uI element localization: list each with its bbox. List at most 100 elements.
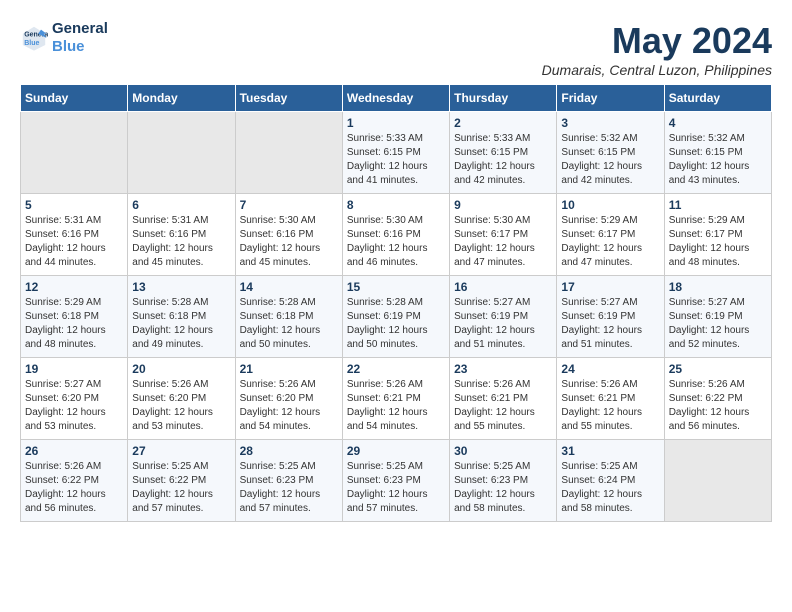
calendar-cell: 22 Sunrise: 5:26 AM Sunset: 6:21 PM Dayl… [342, 358, 449, 440]
calendar-cell [235, 112, 342, 194]
calendar-week-row: 26 Sunrise: 5:26 AM Sunset: 6:22 PM Dayl… [21, 440, 772, 522]
day-info: Sunrise: 5:26 AM Sunset: 6:21 PM Dayligh… [347, 378, 445, 434]
day-number: 20 [132, 362, 230, 376]
calendar-cell: 13 Sunrise: 5:28 AM Sunset: 6:18 PM Dayl… [128, 276, 235, 358]
calendar-cell: 30 Sunrise: 5:25 AM Sunset: 6:23 PM Dayl… [450, 440, 557, 522]
day-info: Sunrise: 5:26 AM Sunset: 6:21 PM Dayligh… [454, 378, 552, 434]
weekday-header-cell: Tuesday [235, 85, 342, 112]
location-subtitle: Dumarais, Central Luzon, Philippines [542, 62, 772, 78]
weekday-header-cell: Saturday [664, 85, 771, 112]
calendar-cell: 10 Sunrise: 5:29 AM Sunset: 6:17 PM Dayl… [557, 194, 664, 276]
calendar-cell: 15 Sunrise: 5:28 AM Sunset: 6:19 PM Dayl… [342, 276, 449, 358]
weekday-header-row: SundayMondayTuesdayWednesdayThursdayFrid… [21, 85, 772, 112]
calendar-cell: 14 Sunrise: 5:28 AM Sunset: 6:18 PM Dayl… [235, 276, 342, 358]
day-number: 27 [132, 444, 230, 458]
day-info: Sunrise: 5:26 AM Sunset: 6:22 PM Dayligh… [25, 460, 123, 516]
calendar-cell: 24 Sunrise: 5:26 AM Sunset: 6:21 PM Dayl… [557, 358, 664, 440]
day-info: Sunrise: 5:31 AM Sunset: 6:16 PM Dayligh… [25, 214, 123, 270]
calendar-cell: 21 Sunrise: 5:26 AM Sunset: 6:20 PM Dayl… [235, 358, 342, 440]
day-number: 15 [347, 280, 445, 294]
calendar-cell: 16 Sunrise: 5:27 AM Sunset: 6:19 PM Dayl… [450, 276, 557, 358]
day-info: Sunrise: 5:28 AM Sunset: 6:18 PM Dayligh… [132, 296, 230, 352]
calendar-cell: 17 Sunrise: 5:27 AM Sunset: 6:19 PM Dayl… [557, 276, 664, 358]
day-info: Sunrise: 5:31 AM Sunset: 6:16 PM Dayligh… [132, 214, 230, 270]
day-info: Sunrise: 5:29 AM Sunset: 6:18 PM Dayligh… [25, 296, 123, 352]
title-block: May 2024 Dumarais, Central Luzon, Philip… [542, 20, 772, 78]
day-info: Sunrise: 5:32 AM Sunset: 6:15 PM Dayligh… [669, 132, 767, 188]
day-number: 6 [132, 198, 230, 212]
day-number: 23 [454, 362, 552, 376]
day-number: 25 [669, 362, 767, 376]
day-info: Sunrise: 5:26 AM Sunset: 6:20 PM Dayligh… [132, 378, 230, 434]
day-number: 8 [347, 198, 445, 212]
day-info: Sunrise: 5:33 AM Sunset: 6:15 PM Dayligh… [454, 132, 552, 188]
logo-text-blue: Blue [52, 38, 108, 56]
day-number: 18 [669, 280, 767, 294]
logo-icon: General Blue [20, 24, 48, 52]
day-number: 26 [25, 444, 123, 458]
day-info: Sunrise: 5:26 AM Sunset: 6:22 PM Dayligh… [669, 378, 767, 434]
calendar-cell: 8 Sunrise: 5:30 AM Sunset: 6:16 PM Dayli… [342, 194, 449, 276]
day-number: 28 [240, 444, 338, 458]
day-number: 10 [561, 198, 659, 212]
calendar-cell: 25 Sunrise: 5:26 AM Sunset: 6:22 PM Dayl… [664, 358, 771, 440]
calendar-cell: 9 Sunrise: 5:30 AM Sunset: 6:17 PM Dayli… [450, 194, 557, 276]
day-number: 7 [240, 198, 338, 212]
day-info: Sunrise: 5:25 AM Sunset: 6:23 PM Dayligh… [240, 460, 338, 516]
calendar-cell: 31 Sunrise: 5:25 AM Sunset: 6:24 PM Dayl… [557, 440, 664, 522]
calendar-cell: 11 Sunrise: 5:29 AM Sunset: 6:17 PM Dayl… [664, 194, 771, 276]
calendar-body: 1 Sunrise: 5:33 AM Sunset: 6:15 PM Dayli… [21, 112, 772, 522]
day-number: 1 [347, 116, 445, 130]
calendar-cell: 6 Sunrise: 5:31 AM Sunset: 6:16 PM Dayli… [128, 194, 235, 276]
calendar-cell [21, 112, 128, 194]
calendar-cell: 12 Sunrise: 5:29 AM Sunset: 6:18 PM Dayl… [21, 276, 128, 358]
day-info: Sunrise: 5:28 AM Sunset: 6:19 PM Dayligh… [347, 296, 445, 352]
calendar-cell: 27 Sunrise: 5:25 AM Sunset: 6:22 PM Dayl… [128, 440, 235, 522]
day-number: 2 [454, 116, 552, 130]
day-number: 21 [240, 362, 338, 376]
calendar-table: SundayMondayTuesdayWednesdayThursdayFrid… [20, 84, 772, 522]
calendar-week-row: 12 Sunrise: 5:29 AM Sunset: 6:18 PM Dayl… [21, 276, 772, 358]
day-number: 14 [240, 280, 338, 294]
calendar-cell [128, 112, 235, 194]
day-number: 19 [25, 362, 123, 376]
day-info: Sunrise: 5:28 AM Sunset: 6:18 PM Dayligh… [240, 296, 338, 352]
weekday-header-cell: Thursday [450, 85, 557, 112]
calendar-cell: 29 Sunrise: 5:25 AM Sunset: 6:23 PM Dayl… [342, 440, 449, 522]
day-info: Sunrise: 5:33 AM Sunset: 6:15 PM Dayligh… [347, 132, 445, 188]
day-info: Sunrise: 5:25 AM Sunset: 6:22 PM Dayligh… [132, 460, 230, 516]
weekday-header-cell: Sunday [21, 85, 128, 112]
day-number: 31 [561, 444, 659, 458]
day-info: Sunrise: 5:30 AM Sunset: 6:16 PM Dayligh… [240, 214, 338, 270]
day-info: Sunrise: 5:27 AM Sunset: 6:19 PM Dayligh… [454, 296, 552, 352]
day-number: 3 [561, 116, 659, 130]
day-info: Sunrise: 5:26 AM Sunset: 6:21 PM Dayligh… [561, 378, 659, 434]
day-info: Sunrise: 5:25 AM Sunset: 6:23 PM Dayligh… [347, 460, 445, 516]
day-number: 30 [454, 444, 552, 458]
calendar-cell: 20 Sunrise: 5:26 AM Sunset: 6:20 PM Dayl… [128, 358, 235, 440]
day-info: Sunrise: 5:26 AM Sunset: 6:20 PM Dayligh… [240, 378, 338, 434]
day-info: Sunrise: 5:25 AM Sunset: 6:24 PM Dayligh… [561, 460, 659, 516]
calendar-cell: 26 Sunrise: 5:26 AM Sunset: 6:22 PM Dayl… [21, 440, 128, 522]
day-number: 24 [561, 362, 659, 376]
calendar-cell: 1 Sunrise: 5:33 AM Sunset: 6:15 PM Dayli… [342, 112, 449, 194]
month-title: May 2024 [542, 20, 772, 62]
weekday-header-cell: Monday [128, 85, 235, 112]
day-info: Sunrise: 5:27 AM Sunset: 6:19 PM Dayligh… [561, 296, 659, 352]
calendar-week-row: 1 Sunrise: 5:33 AM Sunset: 6:15 PM Dayli… [21, 112, 772, 194]
weekday-header-cell: Wednesday [342, 85, 449, 112]
calendar-cell [664, 440, 771, 522]
day-info: Sunrise: 5:27 AM Sunset: 6:19 PM Dayligh… [669, 296, 767, 352]
page-header: General Blue General Blue May 2024 Dumar… [20, 20, 772, 78]
weekday-header-cell: Friday [557, 85, 664, 112]
calendar-week-row: 5 Sunrise: 5:31 AM Sunset: 6:16 PM Dayli… [21, 194, 772, 276]
calendar-cell: 4 Sunrise: 5:32 AM Sunset: 6:15 PM Dayli… [664, 112, 771, 194]
svg-text:Blue: Blue [24, 40, 39, 47]
day-info: Sunrise: 5:29 AM Sunset: 6:17 PM Dayligh… [561, 214, 659, 270]
day-number: 29 [347, 444, 445, 458]
calendar-week-row: 19 Sunrise: 5:27 AM Sunset: 6:20 PM Dayl… [21, 358, 772, 440]
day-number: 17 [561, 280, 659, 294]
calendar-cell: 28 Sunrise: 5:25 AM Sunset: 6:23 PM Dayl… [235, 440, 342, 522]
calendar-cell: 18 Sunrise: 5:27 AM Sunset: 6:19 PM Dayl… [664, 276, 771, 358]
calendar-cell: 7 Sunrise: 5:30 AM Sunset: 6:16 PM Dayli… [235, 194, 342, 276]
